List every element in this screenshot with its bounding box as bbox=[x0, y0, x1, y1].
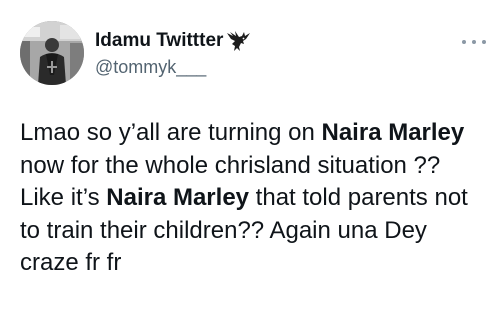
more-dot bbox=[462, 40, 466, 44]
display-name[interactable]: Idamu Twittter bbox=[95, 29, 223, 53]
more-dot bbox=[472, 40, 476, 44]
avatar-image bbox=[20, 21, 84, 85]
tweet-card: Idamu Twittter @tommyk___ Lmao so y’all … bbox=[0, 0, 500, 314]
avatar[interactable] bbox=[20, 21, 84, 85]
mention-naira-marley: Naira Marley bbox=[321, 119, 465, 146]
author-name-row: Idamu Twittter bbox=[95, 29, 252, 53]
eagle-icon bbox=[226, 29, 252, 53]
more-dot bbox=[482, 40, 486, 44]
tweet-text-segment: Lmao so y’all are turning on bbox=[20, 119, 322, 146]
user-handle[interactable]: @tommyk___ bbox=[95, 56, 206, 78]
more-icon[interactable] bbox=[462, 34, 486, 50]
mention-naira-marley: Naira Marley bbox=[106, 184, 250, 211]
tweet-text: Lmao so y’all are turning on Naira Marle… bbox=[20, 117, 490, 280]
